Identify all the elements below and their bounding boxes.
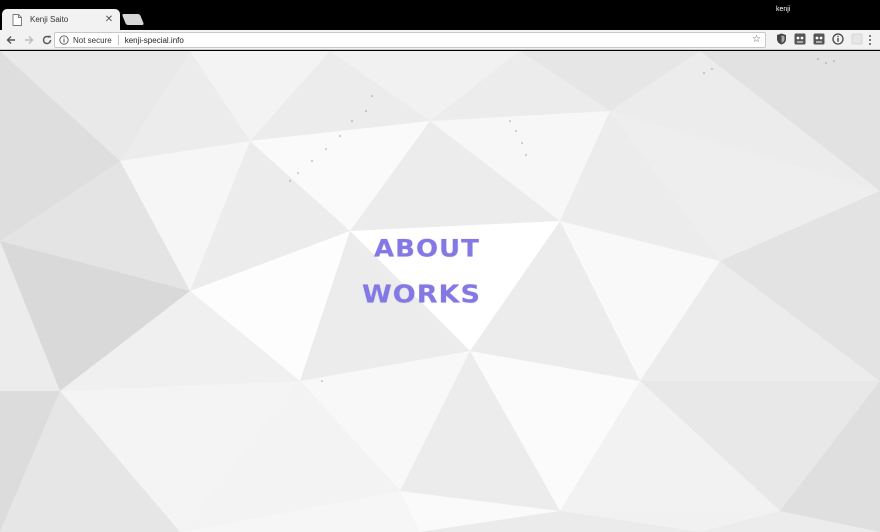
address-bar[interactable]: Not secure kenji-special.info ☆ <box>54 32 766 48</box>
back-arrow-icon[interactable] <box>4 33 18 47</box>
page-viewport: ABOUT WORKS <box>0 51 880 532</box>
nav-link-about[interactable]: ABOUT <box>374 235 480 263</box>
browser-toolbar: Not secure kenji-special.info ☆ <box>0 30 880 50</box>
ghost-extension-icon[interactable] <box>794 33 806 45</box>
browser-tab[interactable]: Kenji Saito ✕ <box>2 9 120 30</box>
browser-title-bar: Kenji Saito ✕ kenji <box>0 0 880 30</box>
page-icon <box>12 13 22 26</box>
omnibox-divider <box>117 35 119 45</box>
new-tab-icon[interactable] <box>121 14 145 25</box>
star-icon[interactable]: ☆ <box>752 35 761 45</box>
info-icon <box>59 35 69 45</box>
ghost-extension-icon[interactable] <box>813 33 825 45</box>
url-text[interactable]: kenji-special.info <box>125 36 752 45</box>
extensions-area <box>768 33 863 45</box>
nav-link-works[interactable]: WORKS <box>362 280 481 309</box>
shield-extension-icon[interactable] <box>775 33 787 45</box>
profile-name[interactable]: kenji <box>776 6 790 13</box>
site-navigation: ABOUT WORKS <box>0 51 880 532</box>
blank-extension-icon[interactable] <box>851 33 863 45</box>
forward-arrow-icon[interactable] <box>22 33 36 47</box>
info-extension-icon[interactable] <box>832 33 844 45</box>
close-icon[interactable]: ✕ <box>104 14 114 25</box>
menu-dots-icon[interactable] <box>867 34 873 46</box>
tab-title: Kenji Saito <box>30 15 69 24</box>
reload-icon[interactable] <box>40 33 54 47</box>
site-info-button[interactable]: Not secure <box>59 35 112 45</box>
security-status: Not secure <box>73 35 112 45</box>
